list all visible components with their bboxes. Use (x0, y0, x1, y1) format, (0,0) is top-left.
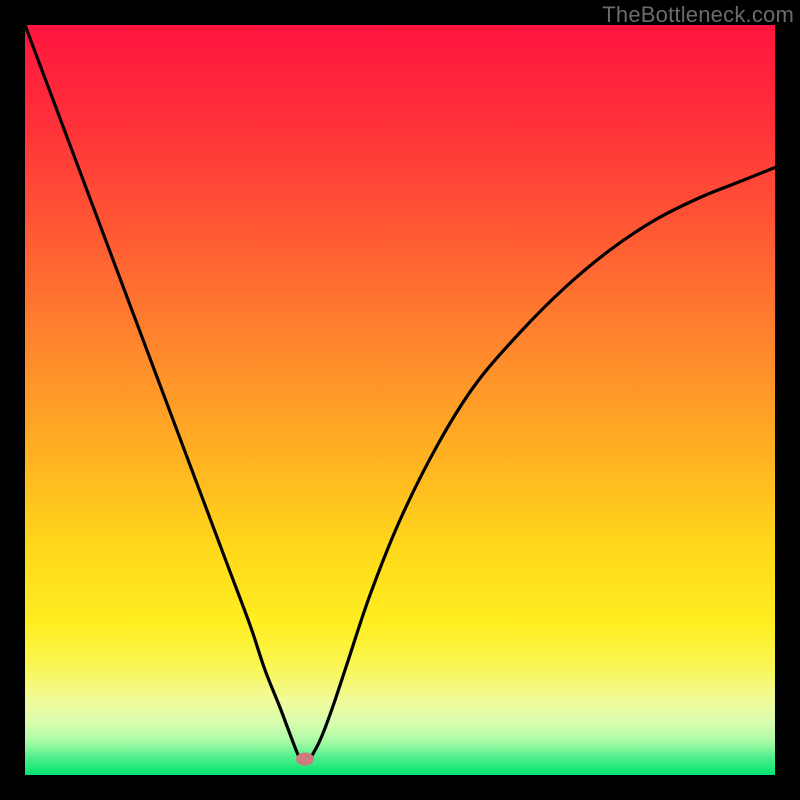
outer-frame: TheBottleneck.com (0, 0, 800, 800)
optimal-point-marker (296, 753, 314, 766)
plot-area (25, 25, 775, 775)
bottleneck-curve (25, 25, 775, 775)
watermark-text: TheBottleneck.com (602, 2, 794, 28)
